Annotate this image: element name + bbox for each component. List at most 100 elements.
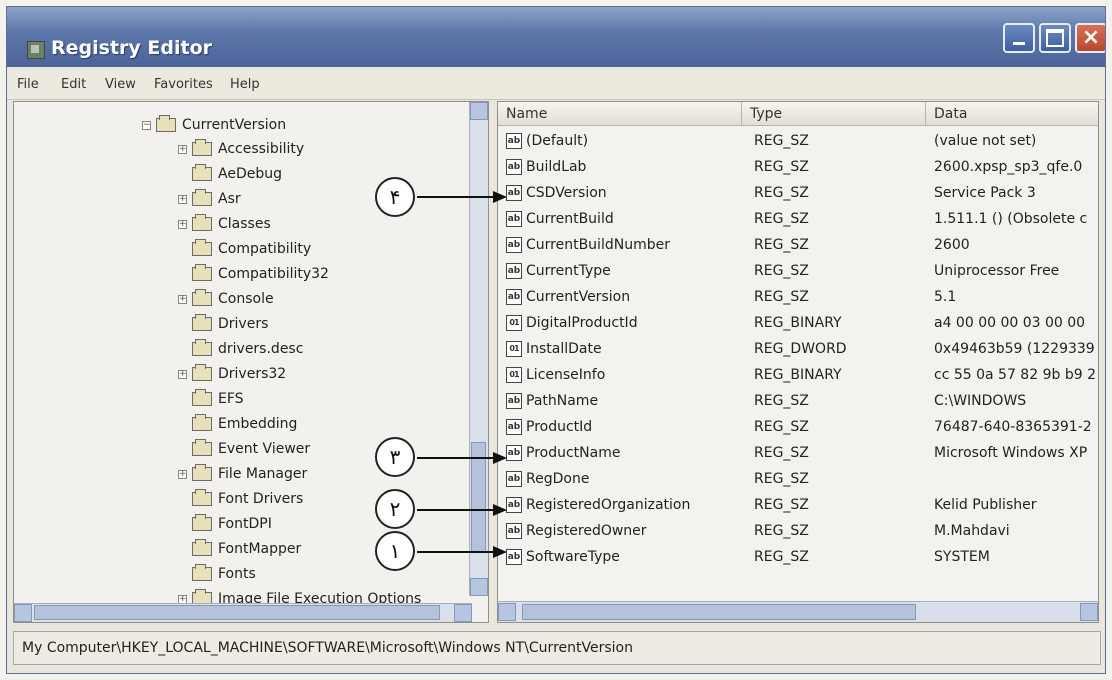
- list-row[interactable]: ab ProductName REG_SZ Microsoft Windows XP: [498, 442, 1098, 468]
- expand-icon[interactable]: +: [178, 219, 187, 229]
- list-row[interactable]: ab RegisteredOwner REG_SZ M.Mahdavi: [498, 520, 1098, 546]
- tree-item-label: Asr: [218, 191, 241, 207]
- arrow-head: [493, 504, 507, 516]
- tree-item-label: Console: [218, 291, 274, 307]
- tree-item[interactable]: + Console: [178, 288, 274, 310]
- tree-item[interactable]: Embedding: [192, 413, 297, 435]
- list-row[interactable]: ab CurrentBuild REG_SZ 1.511.1 () (Obsolete…: [498, 208, 1098, 234]
- list-row[interactable]: ab CurrentVersion REG_SZ 5.1: [498, 286, 1098, 312]
- menu-favorites[interactable]: Favorites: [154, 77, 213, 92]
- arrow-head: [493, 452, 507, 464]
- arrow-line: [417, 196, 493, 198]
- scroll-thumb[interactable]: [34, 605, 440, 620]
- string-value-icon: ab: [506, 471, 522, 487]
- close-button[interactable]: ×: [1075, 23, 1105, 53]
- value-name: SoftwareType: [526, 549, 620, 565]
- string-value-icon: ab: [506, 393, 522, 409]
- column-header-name[interactable]: Name: [498, 102, 742, 126]
- list-horizontal-scrollbar[interactable]: [498, 601, 1098, 622]
- value-data: Service Pack 3: [934, 185, 1036, 201]
- tree-item[interactable]: + Drivers32: [178, 363, 286, 385]
- tree-item[interactable]: Fonts: [192, 563, 256, 585]
- menu-view[interactable]: View: [105, 77, 136, 92]
- tree-item[interactable]: Drivers: [192, 313, 268, 335]
- value-name: CurrentType: [526, 263, 611, 279]
- value-type: REG_SZ: [754, 393, 809, 409]
- tree-item-label: Classes: [218, 216, 271, 232]
- value-data: M.Mahdavi: [934, 523, 1010, 539]
- scroll-down-arrow[interactable]: [470, 578, 488, 596]
- tree-item[interactable]: FontMapper: [192, 538, 301, 560]
- tree-item[interactable]: Compatibility: [192, 238, 311, 260]
- string-value-icon: ab: [506, 445, 522, 461]
- minimize-button[interactable]: [1003, 23, 1035, 53]
- list-row[interactable]: ab (Default) REG_SZ (value not set): [498, 130, 1098, 156]
- expand-icon[interactable]: +: [178, 144, 187, 154]
- column-header-type[interactable]: Type: [742, 102, 926, 126]
- list-row[interactable]: 01 DigitalProductId REG_BINARY a4 00 00 00 …: [498, 312, 1098, 338]
- menu-edit[interactable]: Edit: [61, 77, 86, 92]
- tree-item[interactable]: + Asr: [178, 188, 241, 210]
- tree-vertical-scrollbar[interactable]: [469, 102, 488, 596]
- tree-item-label: File Manager: [218, 466, 308, 482]
- expand-icon[interactable]: +: [178, 294, 187, 304]
- tree-item-label: Accessibility: [218, 141, 305, 157]
- scroll-thumb[interactable]: [522, 604, 916, 620]
- binary-value-icon: 01: [506, 315, 522, 331]
- tree-item[interactable]: AeDebug: [192, 163, 282, 185]
- tree-item[interactable]: drivers.desc: [192, 338, 303, 360]
- menu-file[interactable]: File: [17, 77, 39, 92]
- folder-icon: [192, 314, 212, 331]
- tree-item[interactable]: + Classes: [178, 213, 271, 235]
- tree-item[interactable]: Font Drivers: [192, 488, 303, 510]
- string-value-icon: ab: [506, 237, 522, 253]
- tree-item[interactable]: Event Viewer: [192, 438, 310, 460]
- folder-icon: [192, 539, 212, 556]
- expand-icon[interactable]: +: [178, 369, 187, 379]
- string-value-icon: ab: [506, 211, 522, 227]
- scroll-right-arrow[interactable]: [454, 604, 472, 622]
- value-name: RegDone: [526, 471, 590, 487]
- value-type: REG_SZ: [754, 471, 809, 487]
- folder-icon: [192, 364, 212, 381]
- tree-horizontal-scrollbar[interactable]: [14, 603, 472, 622]
- window-title: Registry Editor: [51, 37, 212, 59]
- scroll-right-arrow[interactable]: [1080, 603, 1098, 621]
- expand-icon[interactable]: +: [178, 469, 187, 479]
- key-tree-pane: − CurrentVersion + Accessibility AeDebug …: [13, 101, 489, 623]
- scroll-up-arrow[interactable]: [470, 102, 488, 120]
- tree-item[interactable]: + Accessibility: [178, 138, 304, 160]
- list-row[interactable]: ab RegisteredOrganization REG_SZ Kelid Publ…: [498, 494, 1098, 520]
- list-row[interactable]: ab RegDone REG_SZ: [498, 468, 1098, 494]
- tree-current-version[interactable]: − CurrentVersion: [142, 114, 286, 136]
- list-row[interactable]: 01 LicenseInfo REG_BINARY cc 55 0a 57 82 9b…: [498, 364, 1098, 390]
- value-data: C:\WINDOWS: [934, 393, 1027, 409]
- list-row[interactable]: 01 InstallDate REG_DWORD 0x49463b59 (122933…: [498, 338, 1098, 364]
- column-header-data[interactable]: Data: [926, 102, 1098, 126]
- value-name: CurrentBuildNumber: [526, 237, 670, 253]
- menu-help[interactable]: Help: [230, 77, 260, 92]
- value-type: REG_SZ: [754, 237, 809, 253]
- tree-item[interactable]: EFS: [192, 388, 244, 410]
- folder-icon: [192, 264, 212, 281]
- list-row[interactable]: ab CurrentType REG_SZ Uniprocessor Free: [498, 260, 1098, 286]
- tree-current-label: CurrentVersion: [182, 117, 287, 133]
- list-row[interactable]: ab SoftwareType REG_SZ SYSTEM: [498, 546, 1098, 572]
- list-row[interactable]: ab ProductId REG_SZ 76487-640-8365391-2: [498, 416, 1098, 442]
- scroll-left-arrow[interactable]: [498, 603, 516, 621]
- scroll-left-arrow[interactable]: [14, 604, 32, 622]
- tree-item-label: Compatibility32: [218, 266, 329, 282]
- value-name: InstallDate: [526, 341, 602, 357]
- tree-item[interactable]: + File Manager: [178, 463, 307, 485]
- list-row[interactable]: ab CSDVersion REG_SZ Service Pack 3: [498, 182, 1098, 208]
- tree-item[interactable]: FontDPI: [192, 513, 272, 535]
- expand-icon[interactable]: +: [178, 194, 187, 204]
- value-name: DigitalProductId: [526, 315, 638, 331]
- folder-icon: [192, 389, 212, 406]
- tree-item[interactable]: Compatibility32: [192, 263, 329, 285]
- collapse-icon[interactable]: −: [142, 120, 151, 130]
- list-row[interactable]: ab BuildLab REG_SZ 2600.xpsp_sp3_qfe.0: [498, 156, 1098, 182]
- maximize-button[interactable]: [1039, 23, 1071, 53]
- list-row[interactable]: ab PathName REG_SZ C:\WINDOWS: [498, 390, 1098, 416]
- list-row[interactable]: ab CurrentBuildNumber REG_SZ 2600: [498, 234, 1098, 260]
